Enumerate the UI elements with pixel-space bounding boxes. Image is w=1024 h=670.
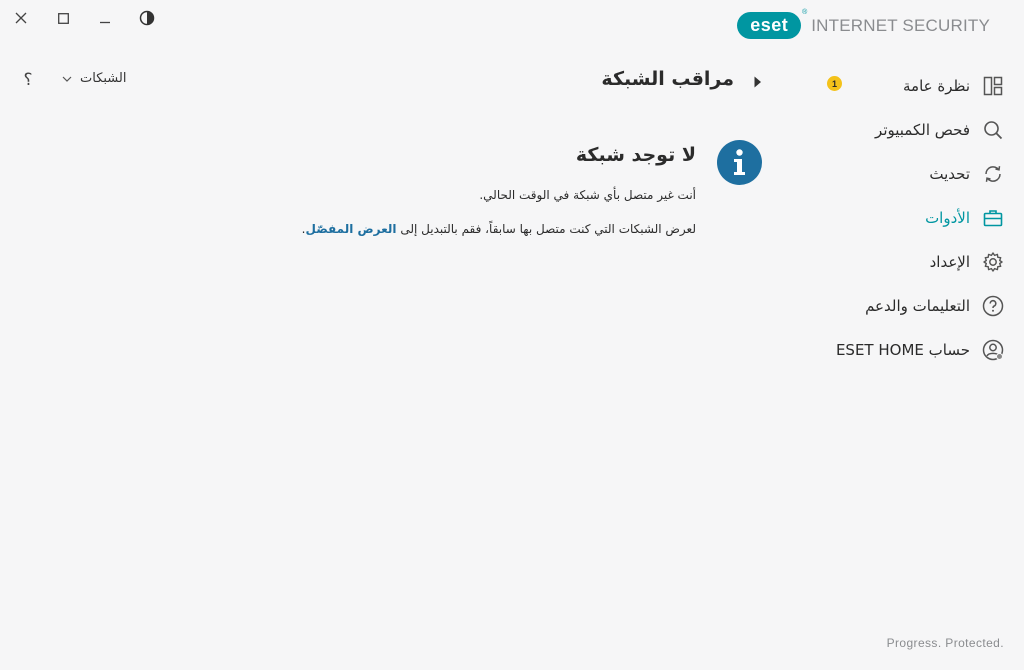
detailed-view-link[interactable]: العرض المفصّل [306,222,397,236]
no-network-title: لا توجد شبكة [575,144,696,166]
sidebar-item-label: الإعداد [929,253,970,271]
sidebar-item-label: نظرة عامة [903,77,970,95]
refresh-icon [982,163,1004,185]
overview-icon [982,75,1004,97]
sidebar-item-label: الأدوات [925,209,970,227]
no-network-description: أنت غير متصل بأي شبكة في الوقت الحالي. [479,188,696,202]
help-button[interactable]: ؟ [20,70,36,90]
footer-tagline: Progress. Protected. [886,636,1004,650]
maximize-button[interactable] [53,8,73,28]
contrast-icon [139,10,155,26]
networks-dropdown[interactable]: الشبكات [62,71,126,86]
networks-dropdown-label: الشبكات [80,71,127,86]
sidebar-item-eset-home[interactable]: حساب ESET HOME [754,328,1004,372]
account-icon [982,339,1004,361]
close-icon [15,12,27,24]
sidebar-item-update[interactable]: تحديث [754,152,1004,196]
sidebar-item-tools[interactable]: الأدوات [754,196,1004,240]
sidebar-item-label: حساب ESET HOME [835,341,970,359]
chevron-down-icon [62,76,72,82]
theme-toggle-button[interactable] [137,8,157,28]
sidebar-item-computer-scan[interactable]: فحص الكمبيوتر [754,108,1004,152]
sidebar: 1 نظرة عامة فحص الكمبيوتر تحديث الأدوات … [754,64,1004,372]
toolbox-icon [982,207,1004,229]
page-title: مراقب الشبكة [601,68,734,90]
sidebar-item-help-support[interactable]: التعليمات والدعم [754,284,1004,328]
sidebar-item-label: فحص الكمبيوتر [875,121,970,139]
eset-logo: eset ® [737,9,807,39]
sidebar-item-label: التعليمات والدعم [865,297,970,315]
product-name: INTERNET SECURITY [811,15,990,35]
detailed-view-hint: لعرض الشبكات التي كنت متصل بها سابقاً، ف… [301,222,696,236]
help-circle-icon [982,295,1004,317]
sidebar-item-setup[interactable]: الإعداد [754,240,1004,284]
brand-header: eset ® INTERNET SECURITY [737,9,990,39]
gear-icon [982,251,1004,273]
info-icon [717,140,762,185]
minimize-button[interactable] [95,8,115,28]
notification-badge: 1 [827,76,842,91]
close-button[interactable] [11,8,31,28]
minimize-icon [100,21,110,24]
sidebar-item-label: تحديث [929,165,970,183]
search-icon [982,119,1004,141]
maximize-icon [57,12,69,24]
sidebar-item-overview[interactable]: 1 نظرة عامة [754,64,1004,108]
